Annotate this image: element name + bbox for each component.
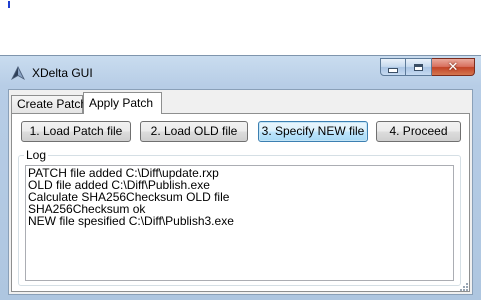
xdelta-app-icon <box>11 66 25 80</box>
maximize-icon <box>414 63 423 71</box>
close-icon: ✕ <box>447 59 459 75</box>
resize-grip-icon[interactable] <box>458 281 468 291</box>
text-cursor-mark <box>8 1 10 8</box>
minimize-button[interactable] <box>380 58 406 76</box>
close-button[interactable]: ✕ <box>432 58 475 76</box>
apply-patch-panel: 1. Load Patch file 2. Load OLD file 3. S… <box>11 113 470 292</box>
proceed-button[interactable]: 4. Proceed <box>376 121 461 142</box>
maximize-button[interactable] <box>406 58 432 76</box>
load-patch-file-button[interactable]: 1. Load Patch file <box>21 121 131 142</box>
tab-apply-patch[interactable]: Apply Patch <box>83 92 162 114</box>
log-group-label: Log <box>24 148 49 162</box>
minimize-icon <box>388 67 398 73</box>
title-bar[interactable]: XDelta GUI ✕ <box>0 56 481 89</box>
client-area: Create Patch Apply Patch 1. Load Patch f… <box>8 89 473 295</box>
caption-buttons: ✕ <box>380 58 475 78</box>
window-title: XDelta GUI <box>32 66 93 80</box>
load-old-file-button[interactable]: 2. Load OLD file <box>140 121 248 142</box>
log-textbox[interactable]: PATCH file added C:\Diff\update.rxp OLD … <box>25 165 454 281</box>
tab-create-patch[interactable]: Create Patch <box>11 95 87 113</box>
log-groupbox: Log PATCH file added C:\Diff\update.rxp … <box>18 148 461 286</box>
log-line: NEW file spesified C:\Diff\Publish3.exe <box>28 214 234 228</box>
specify-new-file-button[interactable]: 3. Specify NEW file <box>258 121 368 142</box>
xdelta-window: XDelta GUI ✕ Create Patch Apply Patch 1.… <box>0 55 481 300</box>
